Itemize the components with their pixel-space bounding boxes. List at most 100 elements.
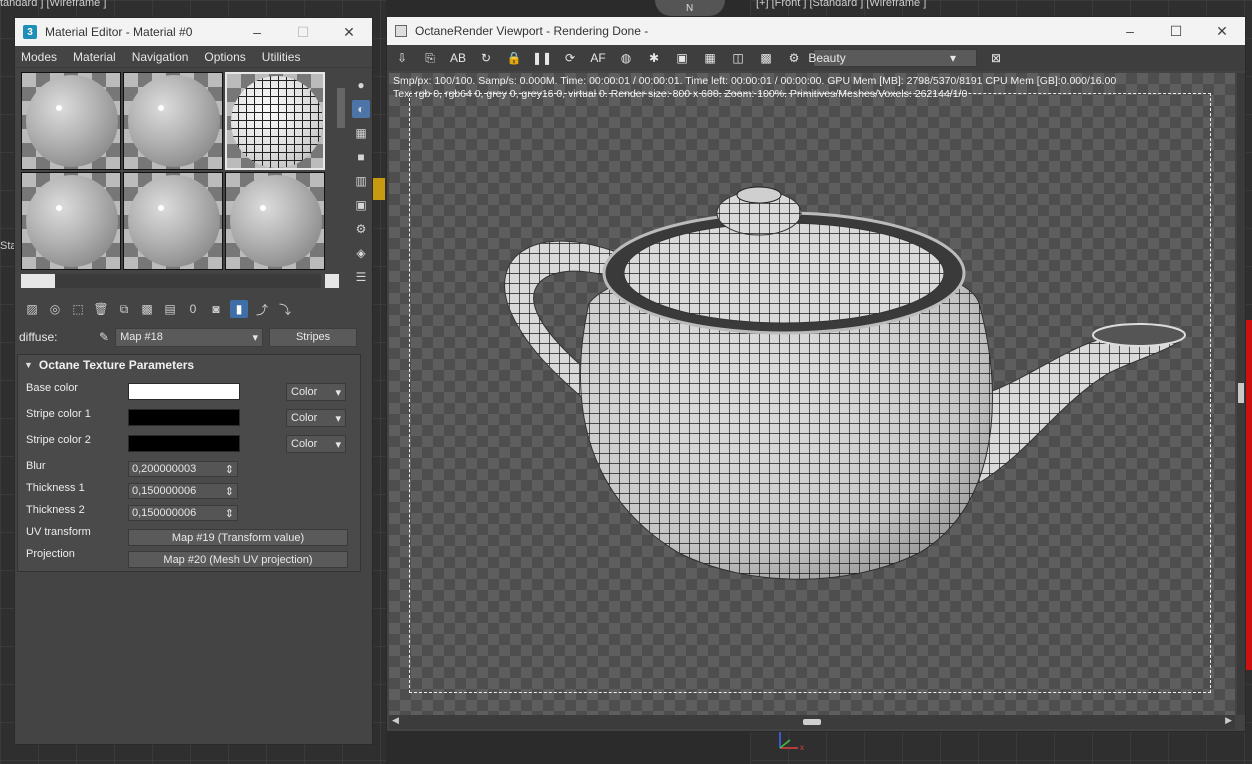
- backlight-icon[interactable]: ◐: [352, 100, 370, 118]
- video-color-check-icon[interactable]: ▥: [352, 172, 370, 190]
- copy-material-icon[interactable]: ⧉: [115, 300, 133, 318]
- sample-slot-4[interactable]: [21, 172, 121, 270]
- material-map-navigator-icon[interactable]: ☰: [352, 268, 370, 286]
- select-by-material-icon[interactable]: ◈: [352, 244, 370, 262]
- go-forward-icon[interactable]: ⤵: [276, 300, 294, 318]
- menu-material[interactable]: Material: [73, 50, 116, 64]
- menu-utilities[interactable]: Utilities: [262, 50, 301, 64]
- stripe-color-2-label: Stripe color 2: [26, 434, 91, 446]
- base-color-mode-dropdown[interactable]: Color ▾: [286, 383, 346, 401]
- projection-map-button[interactable]: Map #20 (Mesh UV projection): [128, 551, 348, 568]
- gpu-icon[interactable]: ▩: [757, 49, 775, 67]
- blur-spinner[interactable]: 0,200000003 ⇕: [128, 461, 238, 477]
- menu-options[interactable]: Options: [204, 50, 245, 64]
- stripe-color-1-mode-dropdown[interactable]: Color ▾: [286, 409, 346, 427]
- settings-icon[interactable]: ⚙: [785, 49, 803, 67]
- minimize-button[interactable]: –: [1107, 17, 1153, 45]
- color-picker-icon[interactable]: ◍: [617, 49, 635, 67]
- clay-mode-icon[interactable]: ⊠: [987, 49, 1005, 67]
- menu-modes[interactable]: Modes: [21, 50, 57, 64]
- autofocus-icon[interactable]: AF: [589, 49, 607, 67]
- octane-title: OctaneRender Viewport - Rendering Done -: [415, 24, 649, 38]
- display-icon[interactable]: ▣: [673, 49, 691, 67]
- maximize-button[interactable]: ☐: [280, 18, 326, 46]
- uv-transform-label: UV transform: [26, 526, 91, 538]
- make-preview-icon[interactable]: ▣: [352, 196, 370, 214]
- render-stats-line-1: Smp/px: 100/100. Samp/s: 0.000M. Time: 0…: [393, 75, 1117, 87]
- slots-vertical-scrollbar[interactable]: [337, 88, 345, 128]
- stripe-color-2-mode-dropdown[interactable]: Color ▾: [286, 435, 346, 453]
- delete-icon[interactable]: 🗑: [92, 300, 110, 318]
- show-shaded-icon[interactable]: ◙: [207, 300, 225, 318]
- refresh-icon[interactable]: ⟳: [561, 49, 579, 67]
- map-type-button[interactable]: Stripes: [269, 327, 358, 347]
- octane-titlebar[interactable]: OctaneRender Viewport - Rendering Done -…: [387, 17, 1245, 45]
- rollout-header[interactable]: ▼ Octane Texture Parameters: [18, 355, 360, 375]
- sample-type-icon[interactable]: ●: [352, 76, 370, 94]
- copy-render-icon[interactable]: ⎘: [421, 49, 439, 67]
- put-to-library-icon[interactable]: ▤: [161, 300, 179, 318]
- region-render-icon[interactable]: ✱: [645, 49, 663, 67]
- sample-slot-5[interactable]: [123, 172, 223, 270]
- make-unique-icon[interactable]: ▩: [138, 300, 156, 318]
- sample-slot-1[interactable]: [21, 72, 121, 170]
- spinner-arrows-icon[interactable]: ⇕: [225, 463, 234, 476]
- stripe-color-1-mode: Color: [291, 412, 318, 424]
- camera-icon[interactable]: ◫: [729, 49, 747, 67]
- vertical-scroll-thumb[interactable]: [1238, 383, 1244, 403]
- red-object: [1246, 320, 1252, 670]
- close-button[interactable]: ✕: [1199, 17, 1245, 45]
- svg-text:x: x: [800, 743, 804, 752]
- sample-uv-tiling-icon[interactable]: ■: [352, 148, 370, 166]
- map-select-dropdown[interactable]: Map #18 ▾: [115, 327, 264, 347]
- render-canvas[interactable]: Smp/px: 100/100. Samp/s: 0.000M. Time: 0…: [389, 73, 1235, 715]
- menu-navigation[interactable]: Navigation: [132, 50, 189, 64]
- material-editor-titlebar[interactable]: 3 Material Editor - Material #0 – ☐ ✕: [15, 18, 372, 46]
- film-icon[interactable]: ▦: [701, 49, 719, 67]
- thickness-2-spinner[interactable]: 0,150000006 ⇕: [128, 505, 238, 521]
- eyedropper-icon[interactable]: ✎: [99, 330, 109, 344]
- chevron-down-icon: ▾: [335, 386, 341, 399]
- viewport-horizontal-scrollbar[interactable]: ◀ ▶: [389, 715, 1235, 729]
- scroll-right-icon[interactable]: ▶: [1225, 715, 1232, 726]
- put-to-scene-icon[interactable]: ◎: [46, 300, 64, 318]
- thickness-1-label: Thickness 1: [26, 482, 85, 494]
- horizontal-scroll-thumb[interactable]: [803, 719, 821, 725]
- pause-icon[interactable]: ❚❚: [532, 49, 552, 67]
- scroll-left-icon[interactable]: ◀: [392, 715, 399, 726]
- ab-compare-icon[interactable]: AB: [449, 49, 467, 67]
- save-render-icon[interactable]: ⇩: [393, 49, 411, 67]
- get-material-icon[interactable]: ▨: [23, 300, 41, 318]
- chevron-down-icon: ▾: [335, 438, 341, 451]
- restart-render-icon[interactable]: ↻: [477, 49, 495, 67]
- assign-material-icon[interactable]: ⬚: [69, 300, 87, 318]
- material-id-icon[interactable]: 0: [184, 300, 202, 318]
- sample-slot-3-active[interactable]: [225, 72, 325, 170]
- viewport-vertical-scrollbar[interactable]: [1237, 73, 1245, 715]
- sample-slot-6[interactable]: [225, 172, 325, 270]
- uv-transform-map-button[interactable]: Map #19 (Transform value): [128, 529, 348, 546]
- slots-horizontal-scrollbar[interactable]: [21, 274, 321, 288]
- viewport-label-right: [+] [Front ] [Standard ] [Wireframe ]: [756, 0, 927, 9]
- spinner-arrows-icon[interactable]: ⇕: [225, 485, 234, 498]
- base-color-swatch[interactable]: [128, 383, 240, 400]
- stripe-color-1-swatch[interactable]: [128, 409, 240, 426]
- spinner-arrows-icon[interactable]: ⇕: [225, 507, 234, 520]
- options-icon[interactable]: ⚙: [352, 220, 370, 238]
- render-pass-dropdown[interactable]: Beauty ▾: [808, 49, 977, 67]
- thickness-1-spinner[interactable]: 0,150000006 ⇕: [128, 483, 238, 499]
- render-stats: Smp/px: 100/100. Samp/s: 0.000M. Time: 0…: [393, 75, 1116, 101]
- stripe-color-2-swatch[interactable]: [128, 435, 240, 452]
- background-checker-icon[interactable]: ▦: [352, 124, 370, 142]
- compass-label: N: [686, 3, 694, 14]
- octane-toolbar: ⇩ ⎘ AB ↻ 🔒 ❚❚ ⟳ AF ◍ ✱ ▣ ▦ ◫ ▩ ⚙ Beauty …: [387, 45, 1245, 71]
- scroll-thumb[interactable]: [21, 274, 55, 288]
- lock-icon[interactable]: 🔒: [505, 49, 523, 67]
- show-end-result-icon[interactable]: ▮: [230, 300, 248, 318]
- sample-slot-2[interactable]: [123, 72, 223, 170]
- window-icon: [395, 25, 407, 37]
- minimize-button[interactable]: –: [234, 18, 280, 46]
- go-to-parent-icon[interactable]: ⤴: [253, 300, 271, 318]
- close-button[interactable]: ✕: [326, 18, 372, 46]
- maximize-button[interactable]: ☐: [1153, 17, 1199, 45]
